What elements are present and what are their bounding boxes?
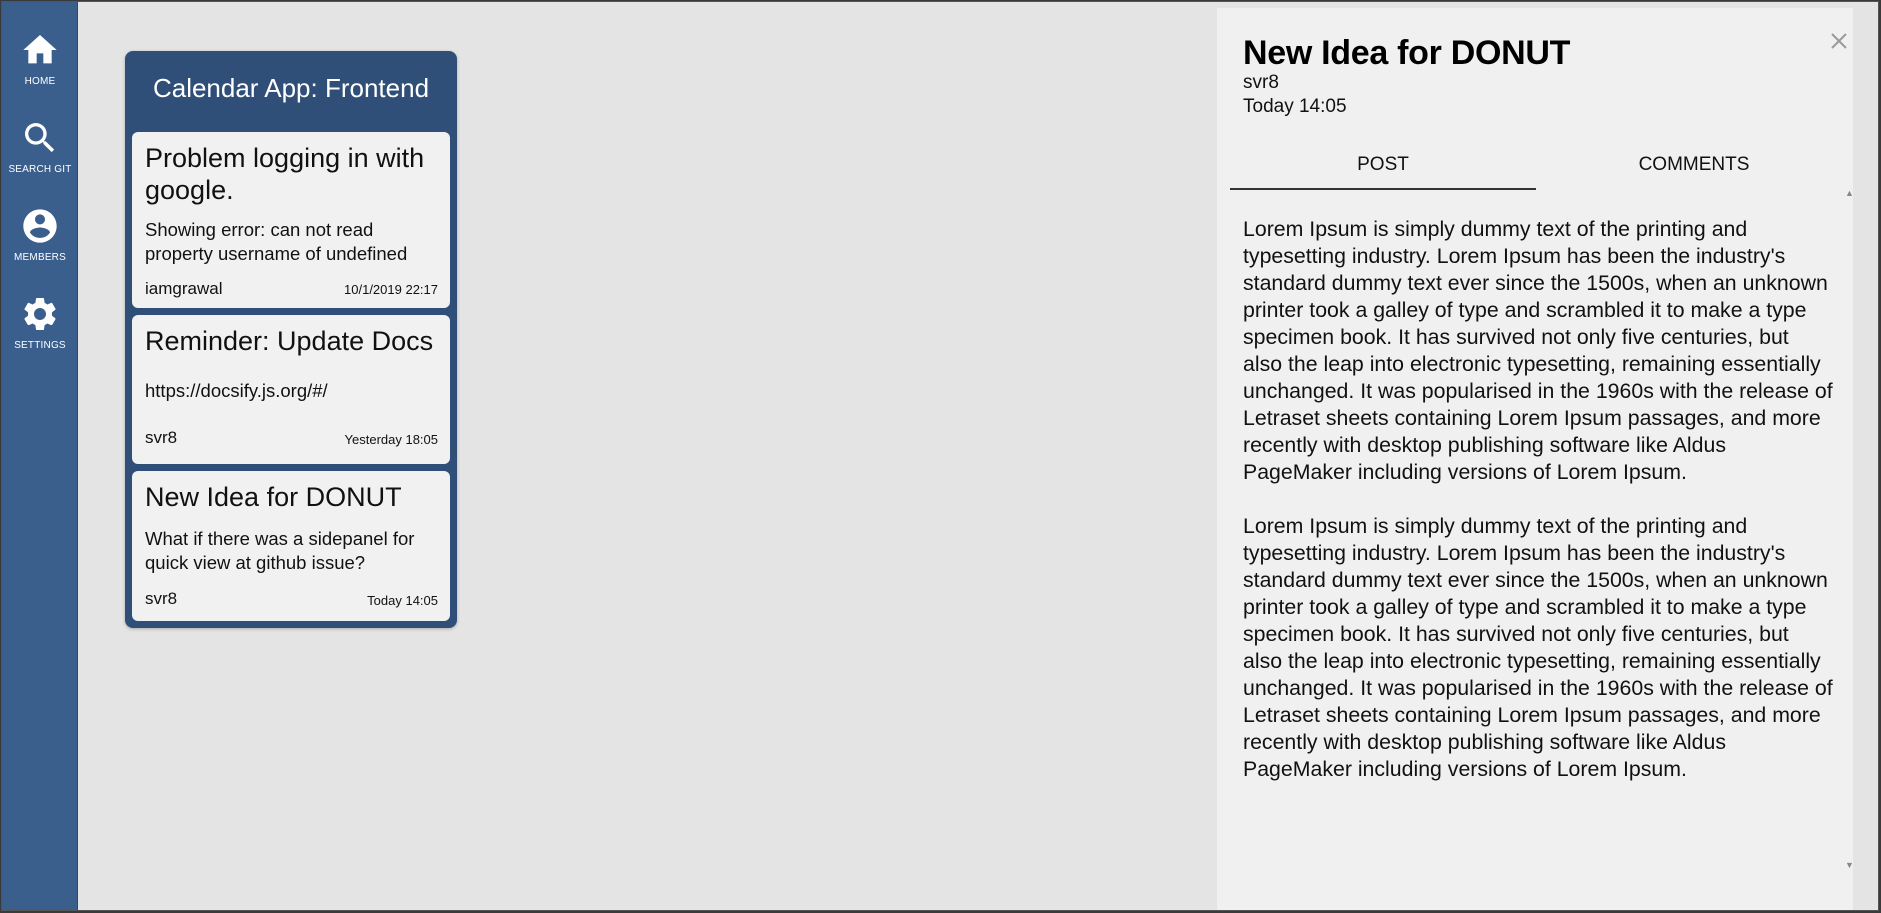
close-icon: [1831, 33, 1847, 49]
card-timestamp: Yesterday 18:05: [344, 432, 438, 447]
post-content: Lorem Ipsum is simply dummy text of the …: [1243, 216, 1833, 810]
sidebar-item-label: SEARCH GIT: [8, 164, 72, 175]
card-body: https://docsify.js.org/#/: [145, 380, 328, 401]
sidebar-item-label: HOME: [24, 76, 56, 87]
gear-icon: [24, 298, 56, 330]
card-title: New Idea for DONUT: [145, 482, 402, 512]
issue-card[interactable]: New Idea for DONUT What if there was a s…: [132, 471, 450, 621]
panel-author: svr8: [1243, 72, 1279, 93]
scroll-down-arrow-icon[interactable]: ▼: [1845, 860, 1855, 870]
close-button[interactable]: [1824, 26, 1854, 56]
app-window: HOME SEARCH GIT MEMBERS SETTINGS Calenda…: [1, 1, 1879, 911]
card-title: Problem logging in with google.: [145, 143, 425, 205]
scroll-up-arrow-icon[interactable]: ▲: [1845, 188, 1855, 198]
card-body: Showing error: can not read property use…: [145, 219, 408, 264]
card-title: Reminder: Update Docs: [145, 326, 434, 356]
search-icon: [25, 123, 55, 153]
sidebar-item-settings[interactable]: SETTINGS: [2, 288, 78, 370]
sidebar-item-label: SETTINGS: [14, 340, 66, 351]
board-title: Calendar App: Frontend: [152, 73, 430, 103]
home-icon: [23, 35, 57, 64]
tab-post[interactable]: POST: [1230, 146, 1536, 190]
panel-title: New Idea for DONUT: [1243, 34, 1571, 72]
tab-comments[interactable]: COMMENTS: [1541, 146, 1847, 190]
sidebar-item-members[interactable]: MEMBERS: [2, 200, 78, 282]
post-paragraph: Lorem Ipsum is simply dummy text of the …: [1243, 217, 1833, 484]
issue-card[interactable]: Reminder: Update Docs https://docsify.js…: [132, 315, 450, 464]
issue-card[interactable]: Problem logging in with google. Showing …: [132, 132, 450, 308]
post-paragraph: Lorem Ipsum is simply dummy text of the …: [1243, 514, 1833, 781]
card-author: iamgrawal: [145, 279, 223, 298]
issue-detail-panel: New Idea for DONUT svr8 Today 14:05 POST…: [1217, 8, 1855, 910]
card-body: What if there was a sidepanel for quick …: [145, 528, 415, 573]
sidebar-item-home[interactable]: HOME: [2, 24, 78, 106]
card-author: svr8: [145, 589, 178, 608]
sidebar: HOME SEARCH GIT MEMBERS SETTINGS: [2, 2, 78, 910]
sidebar-item-search-git[interactable]: SEARCH GIT: [2, 112, 78, 194]
sidebar-item-label: MEMBERS: [14, 252, 66, 263]
panel-timestamp: Today 14:05: [1243, 96, 1347, 117]
card-timestamp: Today 14:05: [367, 593, 438, 608]
account-circle-icon: [23, 209, 57, 243]
card-author: svr8: [145, 428, 178, 447]
board-column: Calendar App: Frontend Problem logging i…: [125, 51, 457, 628]
card-timestamp: 10/1/2019 22:17: [344, 282, 438, 297]
